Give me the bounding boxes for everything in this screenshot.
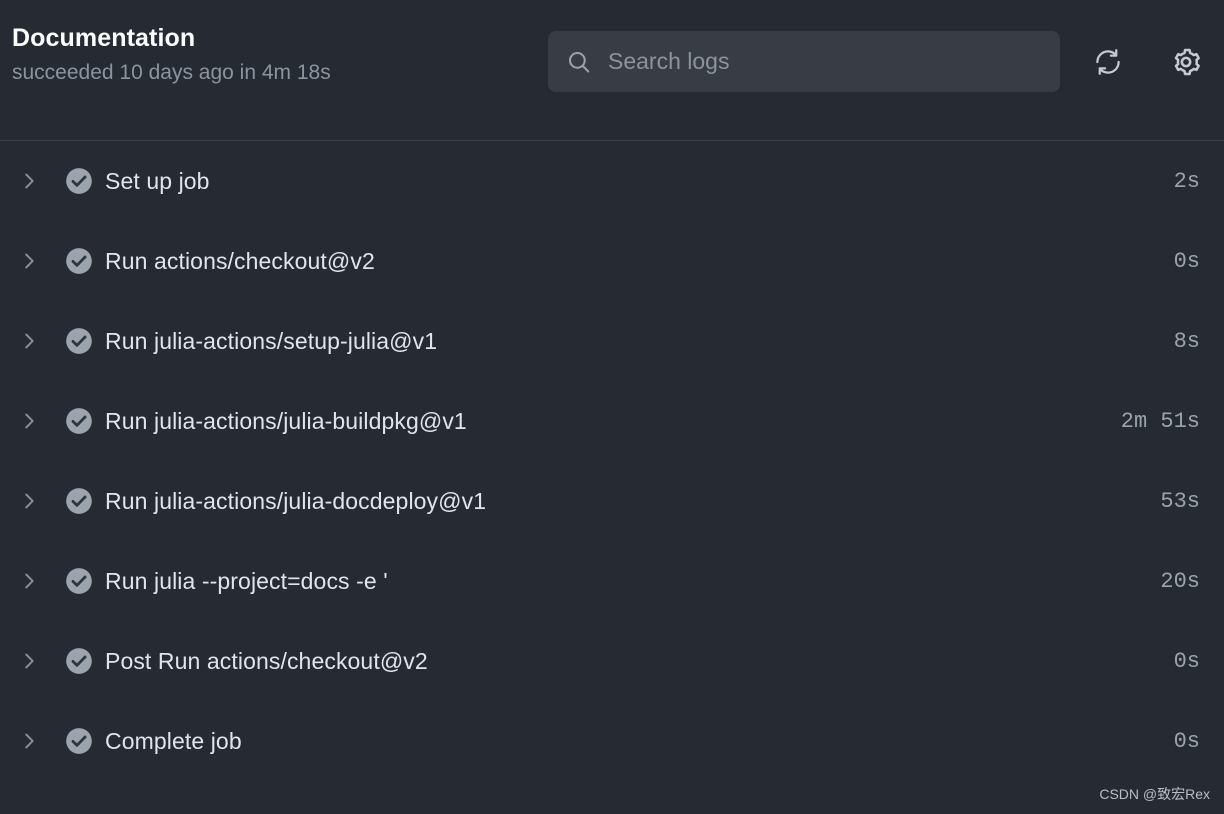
step-row[interactable]: Run julia --project=docs -e ' 20s bbox=[0, 541, 1224, 621]
step-duration: 2m 51s bbox=[1120, 408, 1200, 434]
check-circle-icon bbox=[66, 728, 92, 754]
chevron-right-icon[interactable] bbox=[18, 570, 40, 592]
step-row[interactable]: Run julia-actions/julia-docdeploy@v1 53s bbox=[0, 461, 1224, 541]
check-circle-icon bbox=[66, 168, 92, 194]
check-circle-icon bbox=[66, 328, 92, 354]
step-row[interactable]: Post Run actions/checkout@v2 0s bbox=[0, 621, 1224, 701]
step-label: Run julia --project=docs -e ' bbox=[105, 567, 388, 594]
step-row[interactable]: Set up job 2s bbox=[0, 141, 1224, 221]
job-header: Documentation succeeded 10 days ago in 4… bbox=[0, 0, 1224, 141]
gear-icon bbox=[1174, 48, 1200, 76]
step-label: Run julia-actions/setup-julia@v1 bbox=[105, 327, 438, 354]
chevron-right-icon[interactable] bbox=[18, 650, 40, 672]
search-icon bbox=[568, 51, 590, 73]
step-label: Run julia-actions/julia-buildpkg@v1 bbox=[105, 407, 467, 434]
step-label: Set up job bbox=[105, 167, 210, 194]
page-title: Documentation bbox=[12, 24, 196, 52]
step-row[interactable]: Run julia-actions/julia-buildpkg@v1 2m 5… bbox=[0, 381, 1224, 461]
step-duration: 0s bbox=[1173, 728, 1200, 754]
job-status-summary: succeeded 10 days ago in 4m 18s bbox=[12, 61, 331, 84]
step-duration: 8s bbox=[1173, 328, 1200, 354]
header-titles: Documentation succeeded 10 days ago in 4… bbox=[12, 21, 331, 88]
step-label: Complete job bbox=[105, 727, 242, 754]
refresh-button[interactable] bbox=[1086, 40, 1130, 84]
search-box[interactable] bbox=[548, 31, 1060, 92]
step-duration: 20s bbox=[1160, 568, 1200, 594]
step-row[interactable]: Complete job 0s bbox=[0, 701, 1224, 781]
step-label: Run julia-actions/julia-docdeploy@v1 bbox=[105, 487, 487, 514]
check-circle-icon bbox=[66, 488, 92, 514]
step-duration: 53s bbox=[1160, 488, 1200, 514]
step-row[interactable]: Run julia-actions/setup-julia@v1 8s bbox=[0, 301, 1224, 381]
step-list: Set up job 2s Run actions/checkout@v2 0s… bbox=[0, 141, 1224, 781]
chevron-right-icon[interactable] bbox=[18, 170, 40, 192]
chevron-right-icon[interactable] bbox=[18, 490, 40, 512]
step-duration: 0s bbox=[1173, 648, 1200, 674]
check-circle-icon bbox=[66, 568, 92, 594]
refresh-icon bbox=[1096, 49, 1120, 75]
chevron-right-icon[interactable] bbox=[18, 250, 40, 272]
chevron-right-icon[interactable] bbox=[18, 730, 40, 752]
step-row[interactable]: Run actions/checkout@v2 0s bbox=[0, 221, 1224, 301]
search-input[interactable] bbox=[608, 31, 1042, 92]
check-circle-icon bbox=[66, 408, 92, 434]
watermark: CSDN @致宏Rex bbox=[1099, 786, 1210, 802]
step-label: Run actions/checkout@v2 bbox=[105, 247, 375, 274]
check-circle-icon bbox=[66, 248, 92, 274]
check-circle-icon bbox=[66, 648, 92, 674]
step-label: Post Run actions/checkout@v2 bbox=[105, 647, 428, 674]
chevron-right-icon[interactable] bbox=[18, 410, 40, 432]
chevron-right-icon[interactable] bbox=[18, 330, 40, 352]
step-duration: 2s bbox=[1173, 168, 1200, 194]
step-duration: 0s bbox=[1173, 248, 1200, 274]
settings-button[interactable] bbox=[1164, 40, 1208, 84]
